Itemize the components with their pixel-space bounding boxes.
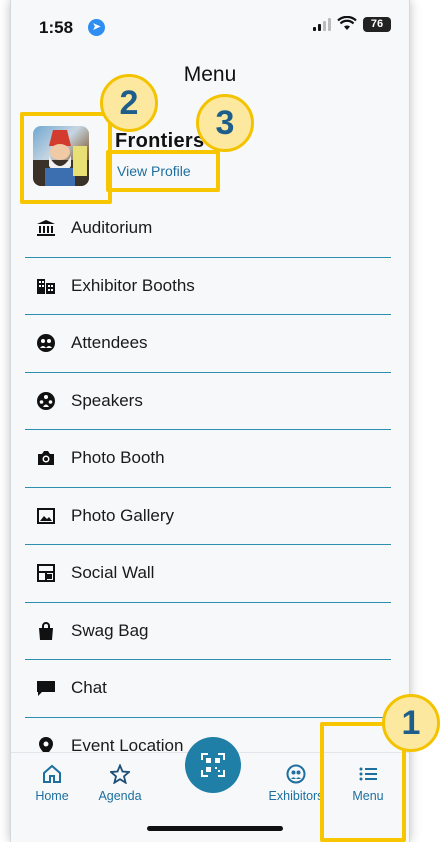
callout-number-3: 3 (196, 94, 254, 152)
home-icon (17, 763, 87, 785)
home-indicator (147, 826, 283, 831)
status-bar: 1:58 ➤ 76 (11, 0, 409, 48)
menu-label: Attendees (71, 333, 148, 353)
social-wall-icon (35, 562, 57, 584)
qr-scan-button[interactable] (185, 737, 241, 793)
image-icon (35, 505, 57, 527)
menu-item-attendees[interactable]: Attendees (25, 315, 391, 373)
building-columns-icon (35, 217, 57, 239)
status-time: 1:58 (39, 18, 74, 37)
bag-icon (35, 620, 57, 642)
signal-icon (313, 17, 331, 31)
wifi-icon (337, 16, 357, 30)
menu-label: Auditorium (71, 218, 153, 238)
speakers-icon (35, 390, 57, 412)
menu-item-photo-booth[interactable]: Photo Booth (25, 430, 391, 488)
menu-item-auditorium[interactable]: Auditorium (25, 200, 391, 258)
menu-item-social-wall[interactable]: Social Wall (25, 545, 391, 603)
tab-home[interactable]: Home (17, 763, 87, 803)
callout-box-avatar (20, 112, 112, 204)
page-title: Menu (183, 63, 237, 86)
menu-list: Auditorium Exhibitor Booths Attendees Sp… (25, 200, 391, 774)
menu-label: Swag Bag (71, 620, 149, 640)
menu-item-swag-bag[interactable]: Swag Bag (25, 603, 391, 660)
camera-icon (35, 447, 57, 469)
menu-item-exhibitor-booths[interactable]: Exhibitor Booths (25, 258, 391, 315)
menu-item-speakers[interactable]: Speakers (25, 373, 391, 430)
tab-agenda[interactable]: Agenda (85, 763, 155, 803)
menu-label: Exhibitor Booths (71, 275, 195, 295)
callout-box-view-profile (106, 150, 220, 192)
menu-item-chat[interactable]: Chat (25, 660, 391, 718)
qr-code-icon (201, 753, 225, 777)
callout-number-1: 1 (382, 694, 440, 752)
menu-item-photo-gallery[interactable]: Photo Gallery (25, 488, 391, 545)
menu-label: Chat (71, 678, 107, 698)
chat-icon (35, 677, 57, 699)
menu-label: Photo Booth (71, 448, 165, 468)
star-icon (85, 763, 155, 785)
menu-label: Speakers (71, 390, 143, 410)
location-arrow-icon: ➤ (88, 19, 105, 36)
callout-number-2: 2 (100, 74, 158, 132)
menu-label: Social Wall (71, 563, 155, 583)
booths-icon (35, 275, 57, 297)
menu-label: Photo Gallery (71, 505, 174, 525)
battery-icon: 76 (363, 16, 391, 32)
attendees-icon (35, 332, 57, 354)
tab-label: Home (35, 789, 69, 803)
tab-label: Agenda (98, 789, 142, 803)
